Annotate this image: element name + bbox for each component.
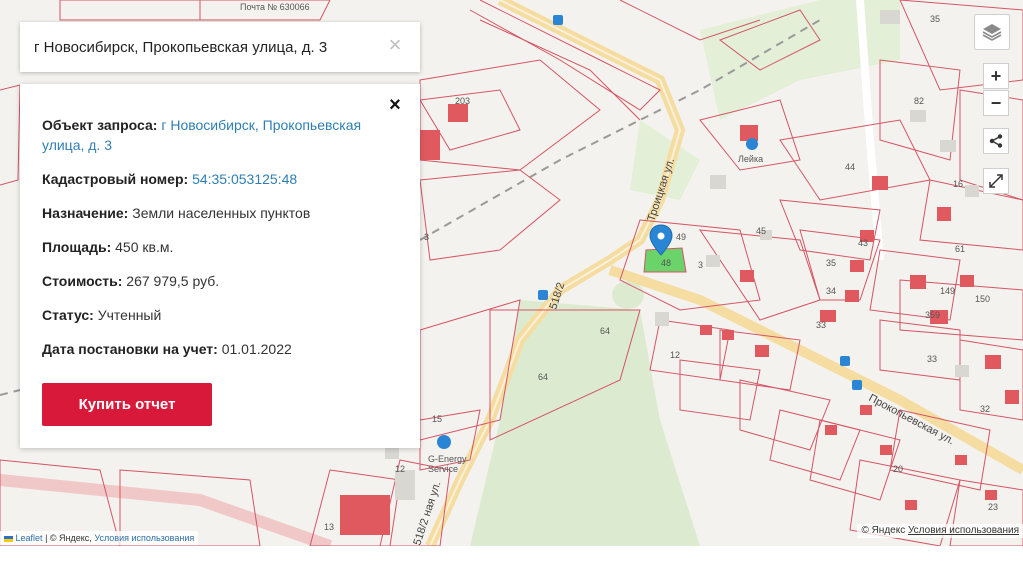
svg-text:64: 64 [538, 372, 548, 382]
info-status-label: Статус: [42, 307, 94, 323]
layers-icon [982, 24, 1002, 41]
zoom-out-button[interactable]: − [983, 90, 1009, 116]
info-date: Дата постановки на учет: 01.01.2022 [42, 339, 398, 359]
info-cost: Стоимость: 267 979,5 руб. [42, 271, 398, 291]
svg-text:3: 3 [424, 232, 429, 242]
svg-text:359: 359 [925, 310, 940, 320]
svg-text:33: 33 [816, 320, 826, 330]
yandex-copyright: © Яндекс [861, 525, 906, 536]
svg-text:16: 16 [953, 179, 963, 189]
svg-text:149: 149 [940, 286, 955, 296]
leaflet-link[interactable]: Leaflet [16, 533, 43, 543]
svg-text:43: 43 [858, 238, 868, 248]
svg-text:12: 12 [670, 350, 680, 360]
svg-text:64: 64 [600, 326, 610, 336]
svg-text:34: 34 [826, 286, 836, 296]
attribution-separator: | © Яндекс, [45, 533, 92, 543]
info-cadastral-label: Кадастровый номер: [42, 171, 189, 187]
svg-text:44: 44 [845, 162, 855, 172]
address-search-bar: × [20, 22, 420, 72]
svg-text:20: 20 [893, 464, 903, 474]
fullscreen-icon [989, 174, 1003, 188]
svg-text:203: 203 [455, 96, 470, 106]
svg-text:12: 12 [395, 464, 405, 474]
selected-parcel-number: 48 [661, 258, 671, 268]
svg-text:33: 33 [927, 354, 937, 364]
svg-text:82: 82 [914, 96, 924, 106]
info-cadastral-link[interactable]: 54:35:053125:48 [192, 171, 297, 187]
share-icon [989, 134, 1003, 148]
info-purpose-value: Земли населенных пунктов [132, 205, 311, 221]
info-area-value: 450 кв.м. [115, 239, 174, 255]
terms-link-left[interactable]: Условия использования [94, 533, 194, 543]
info-purpose-label: Назначение: [42, 205, 129, 221]
svg-text:15: 15 [432, 414, 442, 424]
info-date-value: 01.01.2022 [221, 341, 292, 357]
svg-text:61: 61 [955, 244, 965, 254]
info-object-label: Объект запроса: [42, 117, 158, 133]
search-clear-icon[interactable]: × [384, 34, 406, 56]
info-purpose: Назначение: Земли населенных пунктов [42, 203, 398, 223]
svg-text:3: 3 [698, 260, 703, 270]
info-status-value: Учтенный [97, 307, 162, 323]
info-cadastral: Кадастровый номер: 54:35:053125:48 [42, 169, 398, 189]
info-area: Площадь: 450 кв.м. [42, 237, 398, 257]
map-label-energy: G-Energy [428, 454, 467, 464]
terms-link-right[interactable]: Условия использования [908, 525, 1019, 536]
info-object: Объект запроса: г Новосибирск, Прокопьев… [42, 115, 398, 155]
ukraine-flag-icon [4, 535, 13, 542]
svg-text:35: 35 [930, 14, 940, 24]
share-button[interactable] [983, 128, 1009, 154]
info-status: Статус: Учтенный [42, 305, 398, 325]
zoom-in-button[interactable]: + [983, 63, 1009, 89]
map-label-post: Почта № 630066 [240, 2, 310, 12]
svg-text:49: 49 [676, 232, 686, 242]
info-date-label: Дата постановки на учет: [42, 341, 218, 357]
fullscreen-button[interactable] [983, 168, 1009, 194]
info-cost-label: Стоимость: [42, 273, 123, 289]
map-label-leika: Лейка [738, 154, 763, 164]
close-icon[interactable]: × [386, 95, 404, 115]
svg-text:32: 32 [980, 404, 990, 414]
address-search-input[interactable] [20, 22, 380, 72]
map-attribution-right: © Яндекс Условия использования [857, 524, 1023, 538]
svg-text:13: 13 [324, 522, 334, 532]
info-area-label: Площадь: [42, 239, 112, 255]
svg-text:35: 35 [826, 258, 836, 268]
svg-text:23: 23 [988, 502, 998, 512]
info-cost-value: 267 979,5 руб. [126, 273, 220, 289]
svg-text:150: 150 [975, 294, 990, 304]
parcel-info-panel: × Объект запроса: г Новосибирск, Прокопь… [20, 84, 420, 448]
buy-report-button[interactable]: Купить отчет [42, 383, 212, 426]
svg-text:Service: Service [428, 464, 458, 474]
layers-button[interactable] [974, 14, 1010, 50]
svg-text:45: 45 [756, 226, 766, 236]
map-attribution-left: Leaflet | © Яндекс, Условия использовани… [0, 531, 199, 545]
